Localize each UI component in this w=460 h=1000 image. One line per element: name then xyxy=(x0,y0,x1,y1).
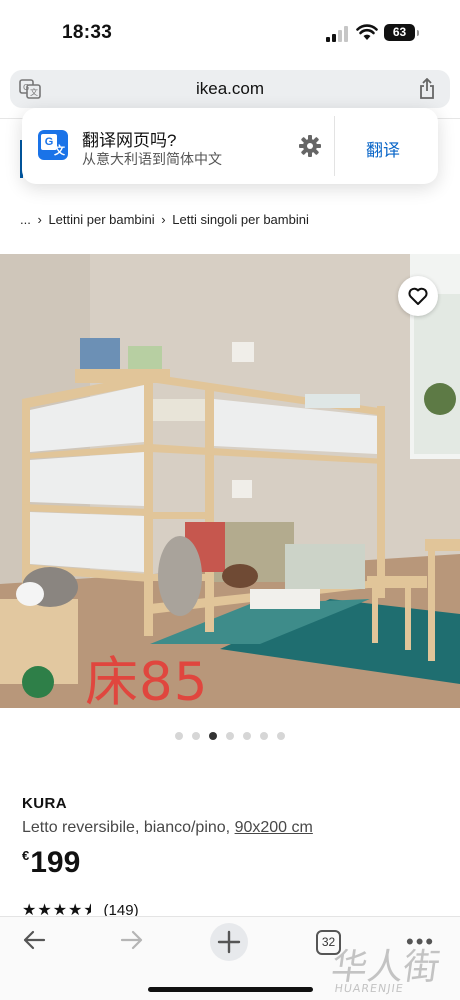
breadcrumb: ... › Lettini per bambini › Letti singol… xyxy=(20,212,312,227)
status-bar: 18:33 63 xyxy=(0,0,460,64)
carousel-dot[interactable] xyxy=(243,732,251,740)
price-currency: € xyxy=(22,848,30,863)
carousel-dot[interactable] xyxy=(175,732,183,740)
translate-button[interactable]: 翻译 xyxy=(366,136,400,161)
gear-icon[interactable] xyxy=(299,135,321,157)
google-translate-icon: G文 xyxy=(38,130,68,160)
cellular-signal-icon xyxy=(326,26,348,42)
product-name[interactable]: KURA xyxy=(22,795,67,812)
heart-icon xyxy=(408,287,428,305)
translate-popup-subtitle: 从意大利语到简体中文 xyxy=(82,151,222,167)
overlay-annotation: 床85 xyxy=(85,652,209,708)
product-description: Letto reversibile, bianco/pino, 90x200 c… xyxy=(22,819,313,837)
breadcrumb-ellipsis[interactable]: ... xyxy=(20,212,31,227)
battery-icon: 63 xyxy=(384,24,419,41)
share-icon[interactable] xyxy=(418,78,436,100)
chevron-right-icon: › xyxy=(161,212,166,227)
url-text: ikea.com xyxy=(195,79,265,98)
carousel-dot[interactable] xyxy=(209,732,217,740)
price-amount: 199 xyxy=(30,846,81,879)
status-time: 18:33 xyxy=(62,22,113,43)
translate-popup-title: 翻译网页吗? xyxy=(82,131,177,150)
forward-arrow-icon[interactable] xyxy=(120,929,144,951)
address-bar[interactable]: G 文 ikea.com xyxy=(10,70,450,108)
carousel-dot[interactable] xyxy=(277,732,285,740)
new-tab-button[interactable] xyxy=(210,923,248,961)
product-description-text: Letto reversibile, bianco/pino, xyxy=(22,819,231,836)
bunk-bed-photo xyxy=(0,254,460,708)
carousel-dot[interactable] xyxy=(260,732,268,740)
favorite-button[interactable] xyxy=(398,276,438,316)
watermark-subtext: HUARENJIE xyxy=(333,982,405,995)
back-arrow-icon[interactable] xyxy=(22,929,46,951)
product-size-link[interactable]: 90x200 cm xyxy=(235,819,313,836)
carousel-dot[interactable] xyxy=(192,732,200,740)
product-image[interactable]: 床85 xyxy=(0,254,460,708)
wifi-icon xyxy=(356,24,378,40)
popup-divider xyxy=(334,116,335,176)
carousel-dots[interactable] xyxy=(175,727,294,740)
chevron-right-icon: › xyxy=(37,212,42,227)
breadcrumb-item[interactable]: Letti singoli per bambini xyxy=(172,212,309,227)
translate-popup: G文 翻译网页吗? 从意大利语到简体中文 翻译 xyxy=(22,108,438,184)
breadcrumb-item[interactable]: Lettini per bambini xyxy=(48,212,154,227)
watermark-logo: 华人街 HUARENJIE xyxy=(328,938,443,995)
product-price: €199 xyxy=(22,846,80,880)
plus-icon xyxy=(217,930,241,954)
carousel-dot[interactable] xyxy=(226,732,234,740)
home-indicator[interactable] xyxy=(148,987,313,992)
